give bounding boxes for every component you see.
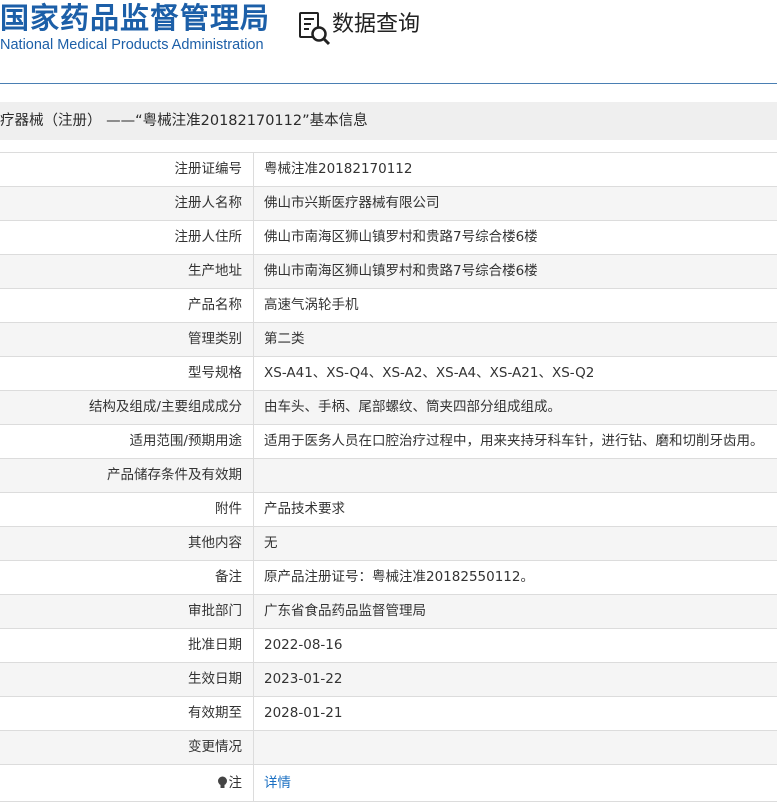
table-row: 型号规格 XS-A41、XS-Q4、XS-A2、XS-A4、XS-A21、XS-Q… [0, 357, 777, 391]
table-row: 变更情况 [0, 731, 777, 765]
field-value: 2028-01-21 [264, 705, 343, 721]
table-row: 注册人名称 佛山市兴斯医疗器械有限公司 [0, 187, 777, 221]
field-value: 原产品注册证号：粤械注准20182550112。 [264, 569, 534, 585]
table-row: 管理类别 第二类 [0, 323, 777, 357]
field-label: 管理类别 [188, 331, 242, 347]
column-divider [253, 731, 254, 764]
field-value: 2022-08-16 [264, 637, 343, 653]
field-value: XS-A41、XS-Q4、XS-A2、XS-A4、XS-A21、XS-Q2 [264, 365, 595, 381]
table-row: 有效期至 2028-01-21 [0, 697, 777, 731]
field-value: 粤械注准20182170112 [264, 161, 413, 177]
table-row: 适用范围/预期用途 适用于医务人员在口腔治疗过程中，用来夹持牙科车针，进行钻、磨和… [0, 425, 777, 459]
note-label: 注 [0, 765, 242, 801]
column-divider [253, 289, 254, 322]
field-label: 型号规格 [188, 365, 242, 381]
field-label: 附件 [215, 501, 242, 517]
column-divider [253, 323, 254, 356]
table-row: 审批部门 广东省食品药品监督管理局 [0, 595, 777, 629]
table-row: 批准日期 2022-08-16 [0, 629, 777, 663]
column-divider [253, 697, 254, 730]
column-divider [253, 459, 254, 492]
field-value: 高速气涡轮手机 [264, 297, 359, 313]
agency-name-cn[interactable]: 国家药品监督管理局 [0, 0, 270, 36]
column-divider [253, 357, 254, 390]
field-label: 生产地址 [188, 263, 242, 279]
column-divider [253, 425, 254, 458]
table-row: 产品名称 高速气涡轮手机 [0, 289, 777, 323]
table-row: 结构及组成/主要组成成分 由车头、手柄、尾部螺纹、筒夹四部分组成组成。 [0, 391, 777, 425]
field-value [264, 459, 777, 492]
table-row: 注册人住所 佛山市南海区狮山镇罗村和贵路7号综合楼6楼 [0, 221, 777, 255]
table-row: 生效日期 2023-01-22 [0, 663, 777, 697]
field-value: 佛山市兴斯医疗器械有限公司 [264, 195, 440, 211]
field-label: 结构及组成/主要组成成分 [88, 399, 242, 415]
field-label: 有效期至 [188, 705, 242, 721]
note-label-text: 注 [228, 775, 243, 791]
column-divider [253, 255, 254, 288]
column-divider [253, 595, 254, 628]
field-label: 批准日期 [188, 637, 242, 653]
table-row: 产品储存条件及有效期 [0, 459, 777, 493]
field-label: 注册人名称 [174, 195, 243, 211]
note-row: 注 详情 [0, 765, 777, 802]
field-value: 佛山市南海区狮山镇罗村和贵路7号综合楼6楼 [264, 263, 538, 279]
table-row: 其他内容 无 [0, 527, 777, 561]
table-row: 生产地址 佛山市南海区狮山镇罗村和贵路7号综合楼6楼 [0, 255, 777, 289]
table-row: 注册证编号 粤械注准20182170112 [0, 153, 777, 187]
field-value [264, 731, 777, 764]
field-label: 变更情况 [188, 739, 242, 755]
data-query-title: 数据查询 [332, 12, 421, 37]
column-divider [253, 527, 254, 560]
record-title-bar: 疗器械（注册） ——“粤械注准20182170112”基本信息 [0, 102, 777, 140]
column-divider [253, 221, 254, 254]
field-label: 适用范围/预期用途 [129, 433, 242, 449]
site-header: 国家药品监督管理局 National Medical Products Admi… [0, 0, 777, 84]
table-row: 附件 产品技术要求 [0, 493, 777, 527]
header-divider [0, 83, 777, 84]
field-value: 适用于医务人员在口腔治疗过程中，用来夹持牙科车针，进行钻、磨和切削牙齿用。 [264, 433, 764, 449]
column-divider [253, 663, 254, 696]
device-info-table: 注册证编号 粤械注准20182170112 注册人名称 佛山市兴斯医疗器械有限公司 注册… [0, 152, 777, 802]
note-value: 详情 [264, 765, 777, 801]
column-divider [253, 187, 254, 220]
field-value: 无 [264, 535, 278, 551]
column-divider [253, 629, 254, 662]
document-search-icon [299, 12, 331, 46]
page-title: 疗器械（注册） ——“粤械注准20182170112”基本信息 [0, 113, 368, 129]
field-label: 审批部门 [188, 603, 242, 619]
field-value: 佛山市南海区狮山镇罗村和贵路7号综合楼6楼 [264, 229, 538, 245]
field-value: 2023-01-22 [264, 671, 343, 687]
details-link[interactable]: 详情 [264, 775, 291, 791]
column-divider [253, 391, 254, 424]
field-label: 产品储存条件及有效期 [107, 467, 242, 483]
field-label: 其他内容 [188, 535, 242, 551]
agency-name-en[interactable]: National Medical Products Administration [0, 37, 264, 53]
field-value: 由车头、手柄、尾部螺纹、筒夹四部分组成组成。 [264, 399, 561, 415]
field-value: 第二类 [264, 331, 305, 347]
field-label: 注册证编号 [174, 161, 243, 177]
column-divider [253, 765, 254, 801]
field-label: 备注 [215, 569, 242, 585]
field-label: 生效日期 [188, 671, 242, 687]
field-label: 产品名称 [188, 297, 242, 313]
field-label: 注册人住所 [174, 229, 243, 245]
column-divider [253, 561, 254, 594]
field-value: 产品技术要求 [264, 501, 345, 517]
table-row: 备注 原产品注册证号：粤械注准20182550112。 [0, 561, 777, 595]
column-divider [253, 493, 254, 526]
column-divider [253, 153, 254, 186]
lightbulb-icon [217, 776, 227, 788]
field-value: 广东省食品药品监督管理局 [264, 603, 426, 619]
